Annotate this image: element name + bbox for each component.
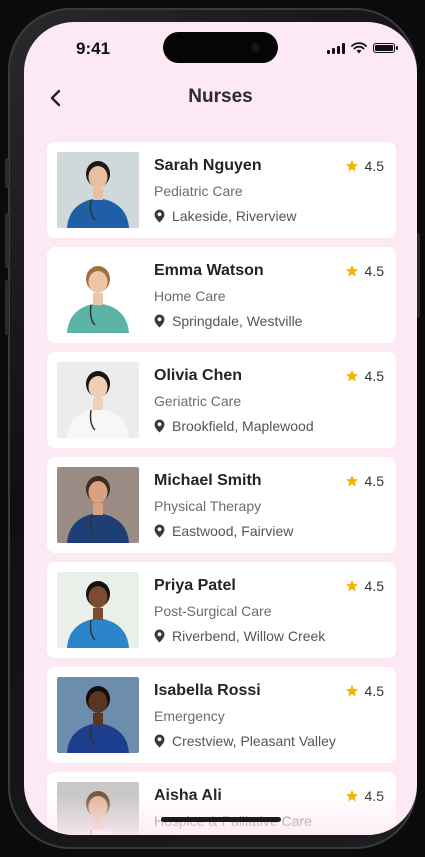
star-icon [345, 370, 358, 382]
location-pin-icon [154, 209, 165, 223]
nurse-name: Aisha Ali [154, 787, 222, 804]
nurse-rating: 4.5 [345, 473, 384, 489]
cellular-signal-icon [327, 42, 345, 54]
nurse-photo [57, 257, 139, 333]
nurse-location: Crestview, Pleasant Valley [154, 733, 336, 749]
location-pin-icon [154, 524, 165, 538]
nurse-specialty: Post-Surgical Care [154, 603, 272, 619]
nurse-photo [57, 152, 139, 228]
nurse-card[interactable]: Olivia Chen Geriatric Care Brookfield, M… [47, 352, 396, 448]
location-pin-icon [154, 419, 165, 433]
nurse-name: Emma Watson [154, 262, 264, 279]
nurse-location-text: Lakeside, Riverview [172, 208, 297, 224]
nurse-card[interactable]: Emma Watson Home Care Springdale, Westvi… [47, 247, 396, 343]
location-pin-icon [154, 629, 165, 643]
nurse-location-text: Riverbend, Willow Creek [172, 628, 326, 644]
volume-up-button [5, 213, 9, 268]
nurse-location-text: Springdale, Westville [172, 313, 303, 329]
wifi-icon [351, 42, 367, 54]
nurse-rating: 4.5 [345, 578, 384, 594]
rating-value: 4.5 [364, 263, 384, 279]
rating-value: 4.5 [364, 578, 384, 594]
nurse-photo [57, 677, 139, 753]
location-pin-icon [154, 734, 165, 748]
nurse-specialty: Home Care [154, 288, 226, 304]
nurse-name: Michael Smith [154, 472, 262, 489]
nurse-specialty: Emergency [154, 708, 225, 724]
battery-icon [373, 43, 398, 53]
nurse-card[interactable]: Sarah Nguyen Pediatric Care Lakeside, Ri… [47, 142, 396, 238]
nurse-name: Priya Patel [154, 577, 236, 594]
star-icon [345, 790, 358, 802]
nurse-location: Riverbend, Willow Creek [154, 628, 325, 644]
star-icon [345, 265, 358, 277]
nurse-rating: 4.5 [345, 263, 384, 279]
nurse-rating: 4.5 [345, 683, 384, 699]
star-icon [345, 580, 358, 592]
nurse-specialty: Physical Therapy [154, 498, 262, 514]
nurse-specialty: Geriatric Care [154, 393, 242, 409]
nurse-photo [57, 782, 139, 835]
camera-icon [251, 43, 260, 52]
star-icon [345, 475, 358, 487]
nurse-location-text: Crestview, Pleasant Valley [172, 733, 336, 749]
nurse-card[interactable]: Aisha Ali Hospice & Palliative Care 4.5 [47, 772, 396, 835]
rating-value: 4.5 [364, 368, 384, 384]
nurse-location: Brookfield, Maplewood [154, 418, 314, 434]
nurse-photo [57, 362, 139, 438]
mute-switch [5, 158, 9, 188]
nurse-photo [57, 467, 139, 543]
nurse-location: Springdale, Westville [154, 313, 302, 329]
nurse-rating: 4.5 [345, 368, 384, 384]
page-title: Nurses [188, 86, 253, 107]
nurse-location: Eastwood, Fairview [154, 523, 293, 539]
nurse-card[interactable]: Michael Smith Physical Therapy Eastwood,… [47, 457, 396, 553]
nurse-photo [57, 572, 139, 648]
rating-value: 4.5 [364, 683, 384, 699]
rating-value: 4.5 [364, 788, 384, 804]
nurse-location: Lakeside, Riverview [154, 208, 297, 224]
volume-down-button [5, 280, 9, 335]
nurse-name: Isabella Rossi [154, 682, 261, 699]
location-pin-icon [154, 314, 165, 328]
status-time: 9:41 [76, 39, 111, 58]
header: Nurses [24, 80, 417, 120]
nurse-location-text: Brookfield, Maplewood [172, 418, 314, 434]
nurse-name: Olivia Chen [154, 367, 243, 384]
nurse-rating: 4.5 [345, 788, 384, 804]
status-icons [327, 42, 398, 54]
star-icon [345, 685, 358, 697]
nurse-name: Sarah Nguyen [154, 157, 262, 174]
nurse-rating: 4.5 [345, 158, 384, 174]
nurse-specialty: Pediatric Care [154, 183, 243, 199]
app-screen: 9:41 Nurses Sarah Nguyen Pediatric Care … [24, 22, 417, 835]
nurse-card[interactable]: Isabella Rossi Emergency Crestview, Plea… [47, 667, 396, 763]
nurse-location-text: Eastwood, Fairview [172, 523, 294, 539]
rating-value: 4.5 [364, 473, 384, 489]
nurse-card[interactable]: Priya Patel Post-Surgical Care Riverbend… [47, 562, 396, 658]
nurse-list[interactable]: Sarah Nguyen Pediatric Care Lakeside, Ri… [47, 142, 396, 835]
home-indicator[interactable] [161, 817, 281, 822]
rating-value: 4.5 [364, 158, 384, 174]
dynamic-island [163, 32, 278, 63]
star-icon [345, 160, 358, 172]
